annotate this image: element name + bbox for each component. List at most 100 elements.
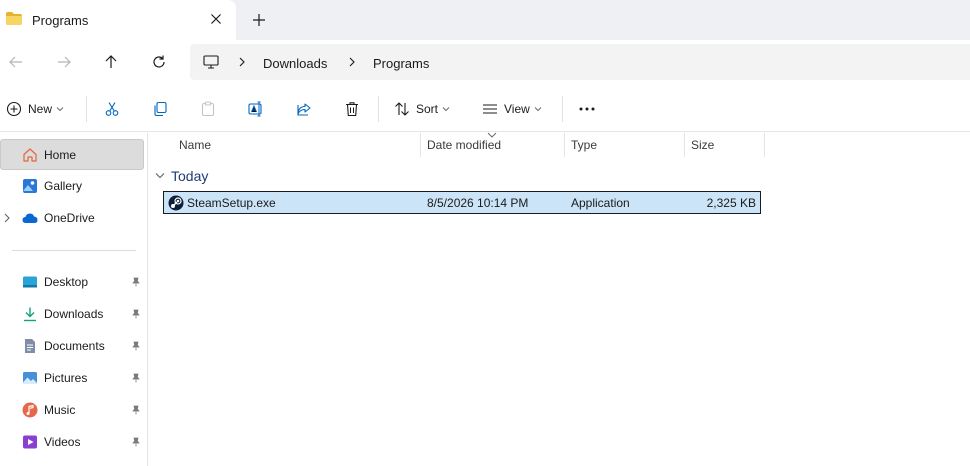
- column-header-label: Size: [691, 138, 715, 152]
- sidebar-item-label: Music: [44, 403, 76, 417]
- up-arrow-icon: [105, 55, 117, 68]
- new-label: New: [28, 102, 53, 116]
- sidebar-item-documents[interactable]: Documents: [0, 331, 146, 361]
- toolbar-divider: [562, 96, 563, 122]
- group-label: Today: [171, 168, 209, 184]
- close-icon[interactable]: [208, 11, 224, 27]
- view-label: View: [504, 102, 530, 116]
- sidebar-item-label: Home: [44, 147, 77, 162]
- file-size: 2,325 KB: [706, 196, 756, 210]
- sidebar-item-label: Downloads: [44, 307, 104, 321]
- navigation-bar: Downloads Programs: [0, 40, 970, 84]
- sidebar-item-label: Videos: [44, 435, 81, 449]
- refresh-button[interactable]: [148, 51, 170, 73]
- tab-strip: Programs: [0, 0, 970, 40]
- pin-icon[interactable]: [131, 277, 141, 287]
- file-name: SteamSetup.exe: [187, 196, 276, 210]
- rename-icon: [248, 101, 262, 117]
- navigation-pane: Home Gallery OneDrive Desktop Downloads …: [0, 133, 148, 466]
- back-button[interactable]: [5, 51, 27, 73]
- column-header-row: Name Date modified Type Size: [149, 132, 765, 157]
- chevron-right-icon[interactable]: [3, 213, 11, 223]
- sidebar-divider: [12, 250, 136, 251]
- copy-icon: [154, 101, 167, 117]
- view-icon: [483, 104, 497, 114]
- home-icon: [23, 148, 37, 162]
- column-header-label: Date modified: [427, 138, 502, 152]
- rename-button[interactable]: [248, 98, 264, 120]
- pictures-icon: [23, 372, 37, 384]
- forward-button[interactable]: [53, 51, 75, 73]
- table-row[interactable]: SteamSetup.exe 8/5/2026 10:14 PM Applica…: [163, 191, 761, 214]
- sort-icon: [395, 102, 409, 116]
- paste-button[interactable]: [200, 98, 216, 120]
- cloud-icon: [22, 213, 38, 223]
- sort-button[interactable]: Sort: [394, 98, 450, 120]
- delete-icon: [346, 102, 358, 117]
- share-button[interactable]: [296, 98, 312, 120]
- chevron-down-icon: [442, 107, 450, 112]
- sidebar-item-label: Documents: [44, 339, 105, 353]
- sidebar-item-label: Pictures: [44, 371, 88, 385]
- download-icon: [24, 307, 36, 322]
- sidebar-item-desktop[interactable]: Desktop: [0, 267, 146, 297]
- group-header-today[interactable]: Today: [155, 168, 208, 184]
- sidebar-item-home[interactable]: Home: [0, 139, 144, 170]
- cut-icon: [105, 102, 119, 116]
- tab-title: Programs: [32, 13, 89, 28]
- more-icon: [579, 107, 595, 111]
- copy-button[interactable]: [152, 98, 168, 120]
- new-icon: [6, 101, 22, 117]
- column-header-size[interactable]: Size: [685, 133, 765, 157]
- command-bar: New Sort View: [0, 86, 970, 132]
- chevron-right-icon[interactable]: [237, 57, 247, 67]
- computer-icon[interactable]: [203, 55, 219, 69]
- sidebar-item-gallery[interactable]: Gallery: [0, 171, 146, 201]
- tab-programs[interactable]: Programs: [0, 0, 236, 40]
- toolbar-divider: [86, 96, 87, 122]
- more-button[interactable]: [578, 98, 596, 120]
- plus-icon[interactable]: [251, 12, 267, 28]
- forward-arrow-icon: [58, 56, 71, 68]
- up-button[interactable]: [100, 51, 122, 73]
- column-header-name[interactable]: Name: [173, 133, 421, 157]
- music-icon: [22, 402, 38, 418]
- back-arrow-icon: [9, 56, 22, 68]
- sidebar-item-label: Gallery: [44, 179, 83, 193]
- folder-icon: [6, 12, 22, 25]
- breadcrumb-downloads[interactable]: Downloads: [263, 56, 327, 71]
- document-icon: [25, 339, 35, 353]
- file-date-modified: 8/5/2026 10:14 PM: [427, 196, 529, 210]
- chevron-down-icon: [534, 107, 542, 112]
- pin-icon[interactable]: [131, 373, 141, 383]
- sidebar-item-music[interactable]: Music: [0, 395, 146, 425]
- file-type: Application: [571, 196, 630, 210]
- view-button[interactable]: View: [482, 98, 542, 120]
- address-bar[interactable]: Downloads Programs: [190, 44, 970, 80]
- pin-icon[interactable]: [131, 341, 141, 351]
- steam-icon: [168, 195, 184, 211]
- new-button[interactable]: New: [6, 98, 64, 120]
- share-icon: [297, 103, 311, 116]
- refresh-icon: [153, 55, 165, 68]
- sort-label: Sort: [416, 102, 439, 116]
- pin-icon[interactable]: [131, 437, 141, 447]
- pin-icon[interactable]: [131, 405, 141, 415]
- sort-descending-icon: [487, 132, 497, 138]
- cut-button[interactable]: [104, 98, 120, 120]
- column-header-type[interactable]: Type: [565, 133, 685, 157]
- chevron-right-icon[interactable]: [347, 57, 357, 67]
- desktop-icon: [23, 276, 37, 288]
- pin-icon[interactable]: [131, 309, 141, 319]
- sidebar-item-downloads[interactable]: Downloads: [0, 299, 146, 329]
- column-header-label: Type: [571, 138, 598, 152]
- delete-button[interactable]: [344, 98, 360, 120]
- chevron-down-icon: [56, 107, 64, 112]
- breadcrumb-programs[interactable]: Programs: [373, 56, 429, 71]
- sidebar-item-videos[interactable]: Videos: [0, 427, 146, 457]
- chevron-down-icon[interactable]: [155, 172, 165, 180]
- sidebar-item-onedrive[interactable]: OneDrive: [0, 203, 146, 233]
- sidebar-item-label: OneDrive: [44, 211, 95, 225]
- sidebar-item-pictures[interactable]: Pictures: [0, 363, 146, 393]
- sidebar-item-label: Desktop: [44, 275, 89, 289]
